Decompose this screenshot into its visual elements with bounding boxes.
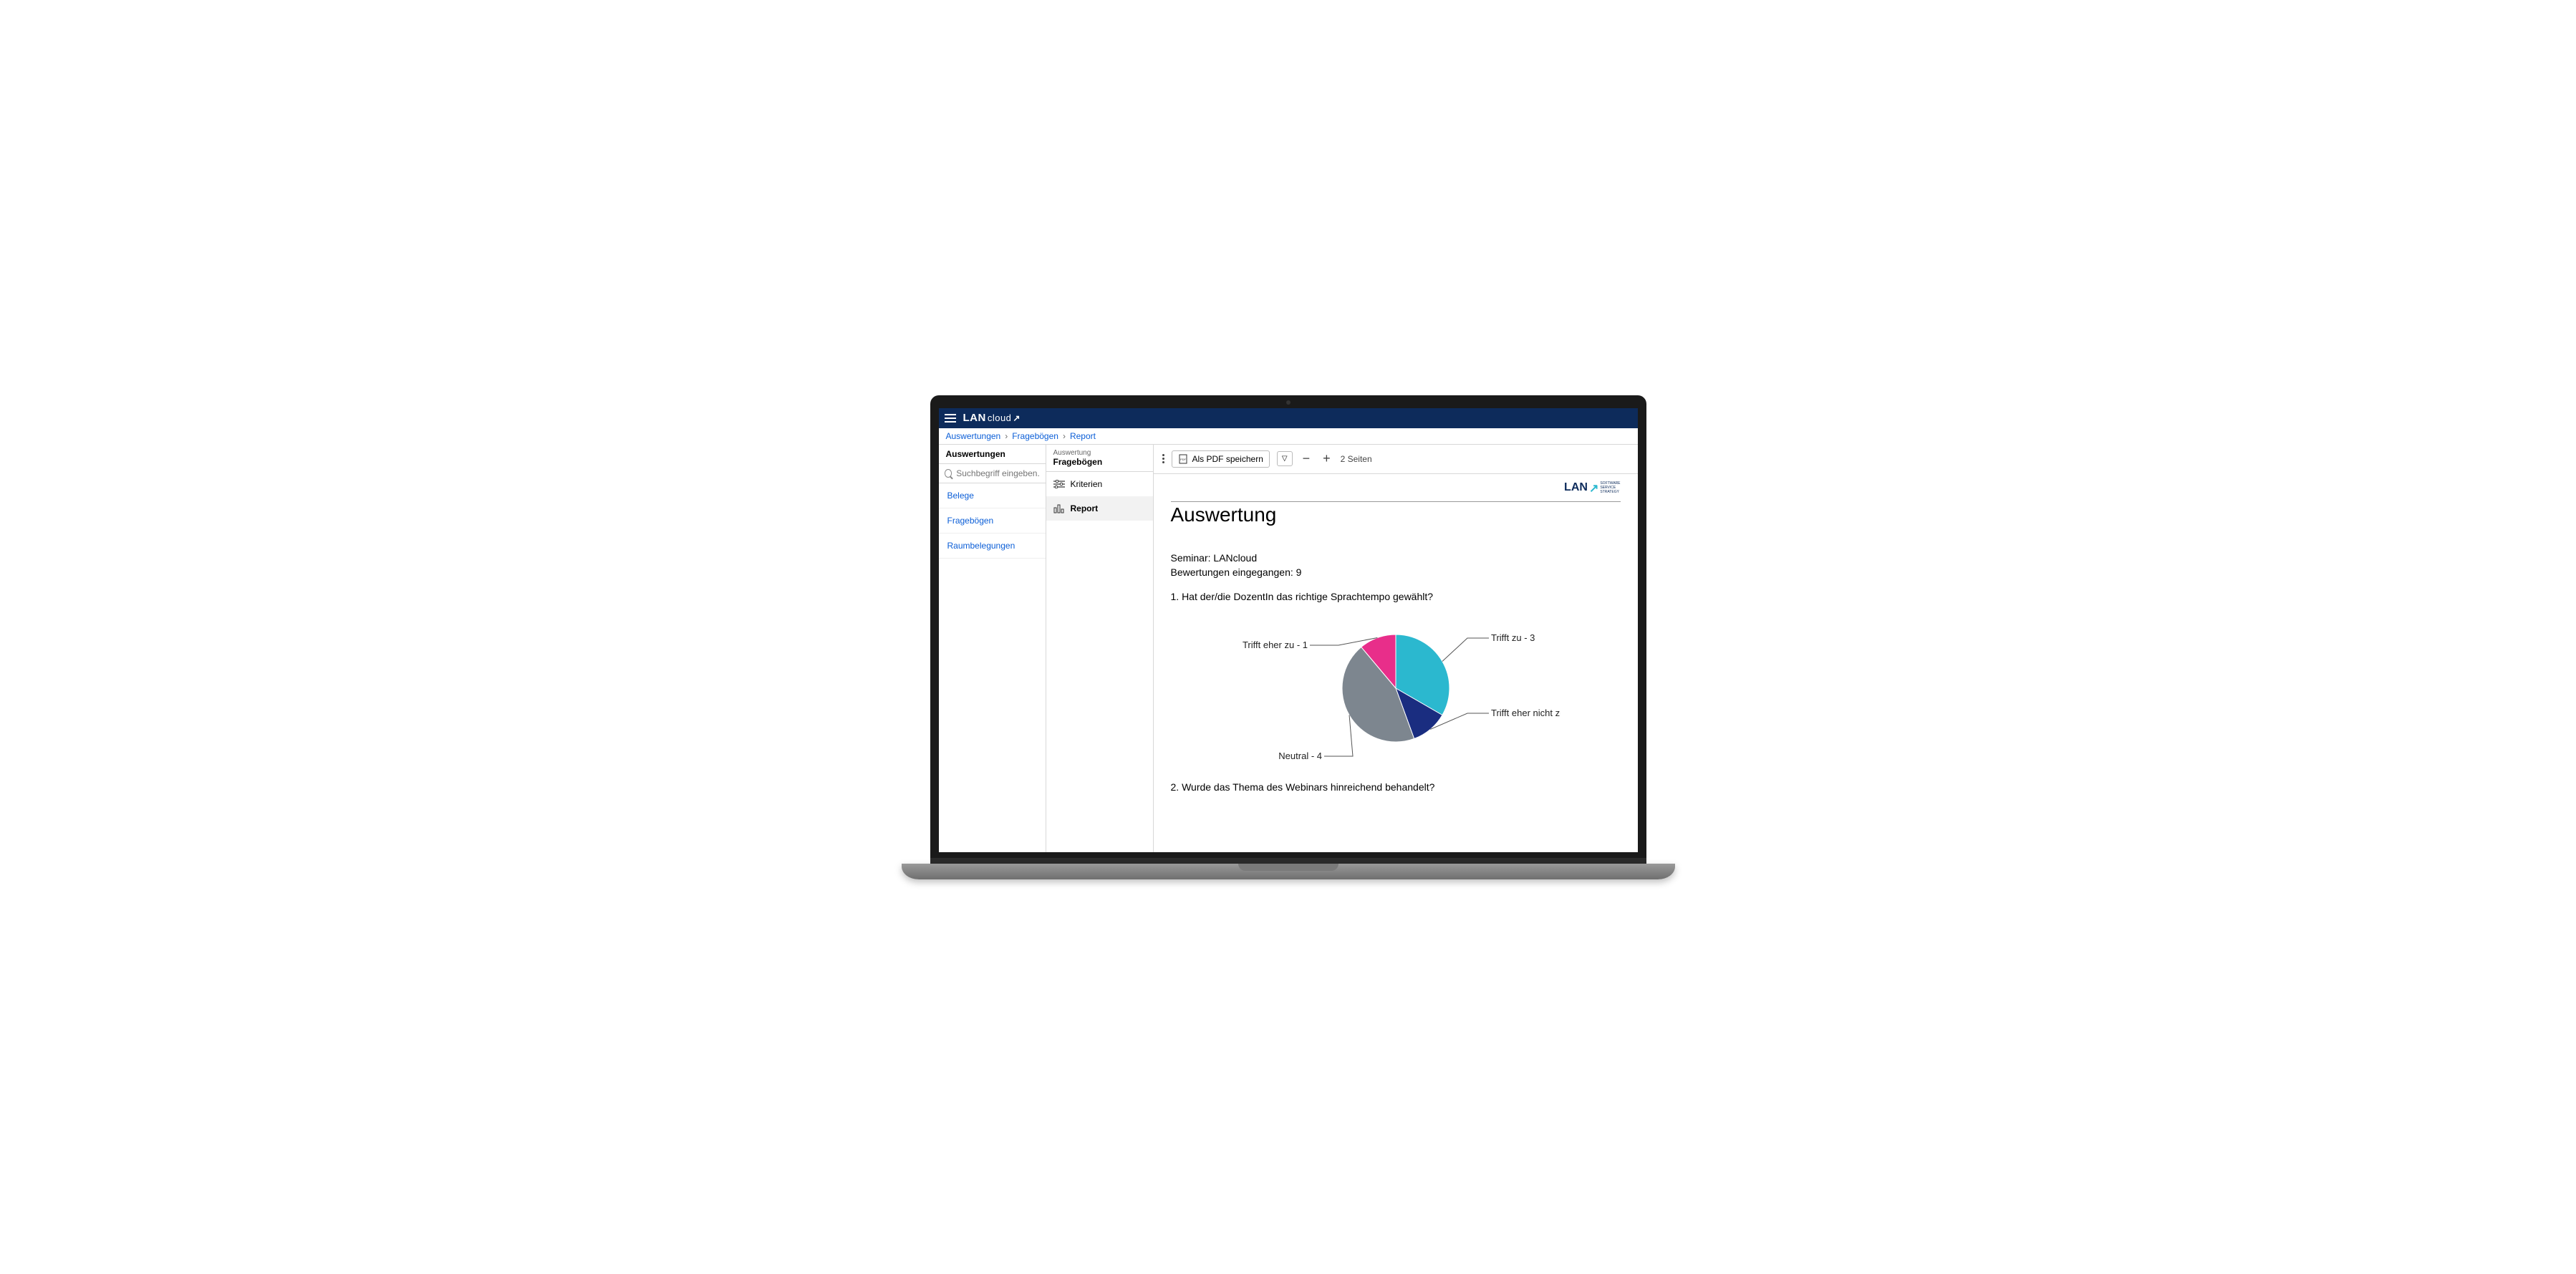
- sidebar-item-frageboegen[interactable]: Fragebögen: [939, 508, 1046, 534]
- pdf-dropdown-button[interactable]: ▽: [1277, 451, 1293, 466]
- page-count: 2 Seiten: [1341, 454, 1372, 464]
- breadcrumb-frageboegen[interactable]: Fragebögen: [1012, 431, 1058, 441]
- report-title: Auswertung: [1171, 501, 1621, 526]
- more-icon[interactable]: [1162, 454, 1164, 463]
- topbar: LANcloud↗: [939, 408, 1638, 428]
- subpanel-frageboegen: Auswertung Fragebögen Kriterien Report: [1046, 445, 1154, 852]
- svg-text:Neutral - 4: Neutral - 4: [1278, 751, 1322, 761]
- zoom-out-button[interactable]: −: [1300, 451, 1313, 466]
- reviews-line: Bewertungen eingegangen: 9: [1171, 566, 1621, 578]
- report-brand-logo: LAN↗ SOFTWARE SERVICE STRATEGY: [1564, 481, 1620, 496]
- zoom-in-button[interactable]: +: [1320, 451, 1333, 466]
- breadcrumb-report[interactable]: Report: [1070, 431, 1096, 441]
- breadcrumb-sep: ›: [1005, 431, 1008, 441]
- sidebar-item-belege[interactable]: Belege: [939, 483, 1046, 508]
- question-2: 2. Wurde das Thema des Webinars hinreich…: [1171, 781, 1621, 793]
- svg-text:Trifft eher nicht zu - 1: Trifft eher nicht zu - 1: [1491, 708, 1560, 718]
- tab-kriterien-label: Kriterien: [1071, 479, 1103, 489]
- save-pdf-button[interactable]: PDF Als PDF speichern: [1172, 450, 1270, 468]
- report-page: LAN↗ SOFTWARE SERVICE STRATEGY Auswertun…: [1154, 474, 1638, 852]
- search-icon: [945, 469, 952, 478]
- report-toolbar: PDF Als PDF speichern ▽ − + 2 Seiten: [1154, 445, 1638, 474]
- sidebar-item-raumbelegungen[interactable]: Raumbelegungen: [939, 534, 1046, 559]
- svg-text:Trifft eher zu - 1: Trifft eher zu - 1: [1242, 640, 1307, 650]
- breadcrumb: Auswertungen › Fragebögen › Report: [939, 428, 1638, 445]
- pdf-icon: PDF: [1178, 454, 1188, 464]
- brand-arrow-icon: ↗: [1013, 413, 1021, 423]
- tab-kriterien[interactable]: Kriterien: [1046, 472, 1153, 496]
- pie-chart: Trifft zu - 3 Trifft eher nicht zu - 1 Neu…: [1231, 609, 1560, 767]
- sliders-icon: [1053, 479, 1065, 489]
- question-1: 1. Hat der/die DozentIn das richtige Spr…: [1171, 591, 1621, 602]
- bars-icon: [1053, 503, 1065, 513]
- svg-text:PDF: PDF: [1180, 458, 1187, 461]
- subpanel-eyebrow: Auswertung: [1053, 449, 1146, 457]
- breadcrumb-auswertungen[interactable]: Auswertungen: [946, 431, 1001, 441]
- laptop-mockup: LANcloud↗ Auswertungen › Fragebögen › Re…: [930, 395, 1646, 879]
- brand-logo: LANcloud↗: [963, 412, 1021, 424]
- menu-icon[interactable]: [945, 414, 956, 423]
- svg-text:Trifft zu - 3: Trifft zu - 3: [1491, 632, 1535, 643]
- brand-main: LAN: [963, 412, 986, 424]
- tab-report[interactable]: Report: [1046, 496, 1153, 521]
- tab-report-label: Report: [1071, 503, 1099, 513]
- save-pdf-label: Als PDF speichern: [1192, 454, 1263, 464]
- subpanel-title: Fragebögen: [1053, 457, 1146, 467]
- search-row: [939, 464, 1046, 483]
- app-screen: LANcloud↗ Auswertungen › Fragebögen › Re…: [939, 408, 1638, 852]
- seminar-line: Seminar: LANcloud: [1171, 552, 1621, 564]
- brand-suffix: cloud: [988, 412, 1012, 423]
- breadcrumb-sep: ›: [1063, 431, 1066, 441]
- sidebar-title: Auswertungen: [946, 449, 1038, 459]
- sidebar-evaluations: Auswertungen Belege Fragebögen Raumbeleg…: [939, 445, 1046, 852]
- report-pane: PDF Als PDF speichern ▽ − + 2 Seiten LAN…: [1154, 445, 1638, 852]
- search-input[interactable]: [956, 468, 1039, 478]
